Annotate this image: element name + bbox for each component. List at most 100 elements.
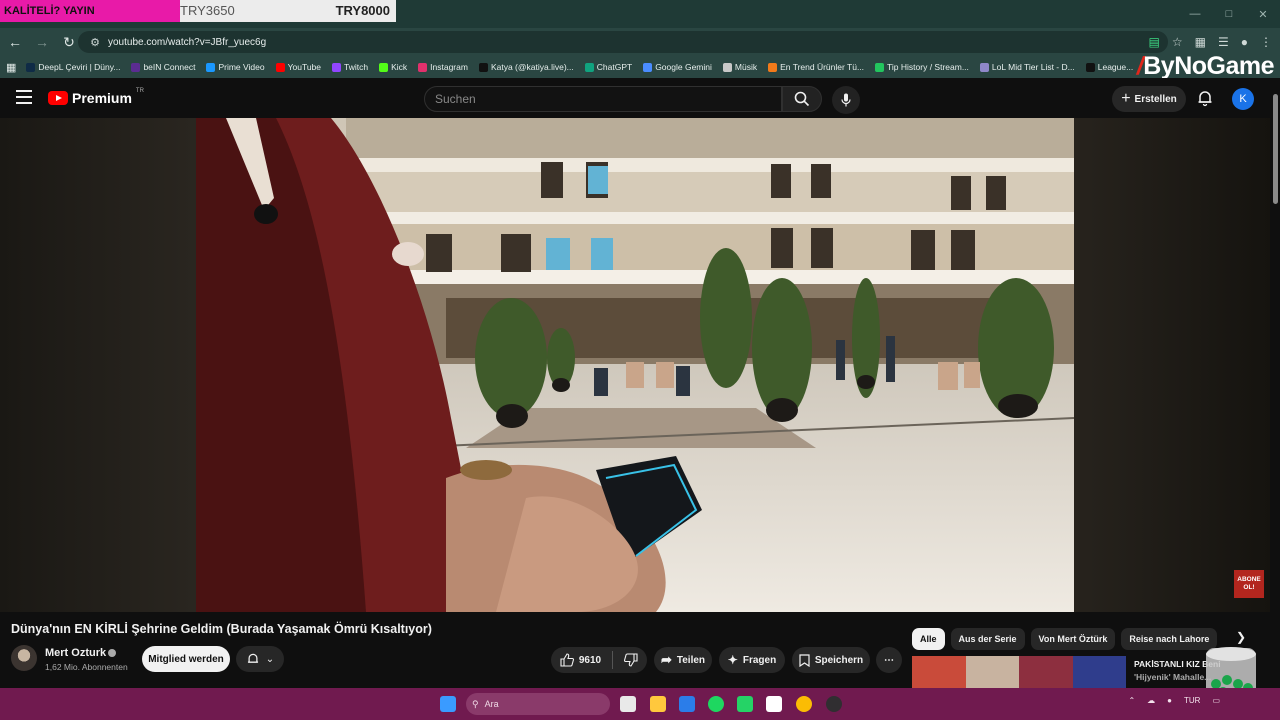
scrollbar-thumb[interactable] xyxy=(1273,94,1278,204)
extensions-icon[interactable]: ▦ xyxy=(1195,35,1206,49)
minimize-button[interactable]: — xyxy=(1178,0,1212,28)
like-dislike-group: 9610 xyxy=(551,647,647,673)
save-label: Speichern xyxy=(814,654,864,666)
address-bar: ← → ↻ ⚙ youtube.com/watch?v=JBfr_yuec6g … xyxy=(0,28,1280,56)
maximize-button[interactable]: □ xyxy=(1212,0,1246,28)
price-low: TRY3650 xyxy=(180,3,235,18)
more-dots-icon: ⋯ xyxy=(884,654,894,666)
media-icon[interactable]: ☰ xyxy=(1218,35,1229,49)
chrome-icon[interactable] xyxy=(796,696,812,712)
store-icon[interactable] xyxy=(679,696,695,712)
language-indicator[interactable]: TUR xyxy=(1184,696,1200,705)
network-icon[interactable]: ☁ xyxy=(1147,696,1155,705)
thumbs-down-icon[interactable] xyxy=(624,653,638,667)
bookmark-item[interactable]: LoL Mid Tier List - D... xyxy=(979,62,1075,72)
obs-icon[interactable] xyxy=(826,696,842,712)
youtube-play-icon xyxy=(48,91,68,105)
plus-icon: + xyxy=(1121,90,1131,107)
more-actions-button[interactable]: ⋯ xyxy=(876,647,902,673)
bookmark-label: LoL Mid Tier List - D... xyxy=(991,62,1075,72)
page-scrollbar[interactable] xyxy=(1270,78,1280,688)
menu-icon[interactable]: ⋮ xyxy=(1260,35,1272,49)
ask-button[interactable]: ✦ Fragen xyxy=(719,647,785,673)
cast-icon[interactable]: ▤ xyxy=(1149,35,1160,49)
spotify-icon[interactable] xyxy=(708,696,724,712)
share-button[interactable]: ➦ Teilen xyxy=(654,647,712,673)
bookmark-favicon-icon xyxy=(275,62,285,72)
windows-taskbar: ⚲ Ara ⌃ ☁ ● TUR ▭ xyxy=(0,688,1280,720)
join-button[interactable]: Mitglied werden xyxy=(142,646,230,672)
bookmark-item[interactable]: beIN Connect xyxy=(131,62,195,72)
bookmark-item[interactable]: YouTube xyxy=(275,62,321,72)
related-chips: Alle Aus der Serie Von Mert Öztürk Reise na… xyxy=(912,628,1218,650)
voice-search-button[interactable] xyxy=(832,86,860,114)
bookmark-item[interactable]: Katya (@katiya.live)... xyxy=(478,62,574,72)
notifications-bell-icon[interactable] xyxy=(1196,89,1214,107)
search-input[interactable]: Suchen xyxy=(424,86,782,112)
user-avatar[interactable]: K xyxy=(1232,88,1254,110)
bookmark-star-icon[interactable]: ☆ xyxy=(1172,35,1183,49)
video-frame[interactable] xyxy=(196,118,1074,612)
share-icon: ➦ xyxy=(660,652,672,667)
menu-hamburger-icon[interactable] xyxy=(16,90,32,104)
bookmark-item[interactable]: Kick xyxy=(379,62,407,72)
bookmark-favicon-icon xyxy=(979,62,989,72)
youtube-premium-logo[interactable]: Premium TR xyxy=(48,88,144,106)
widgets-icon[interactable] xyxy=(620,696,636,712)
abone-ol-badge: ABONE OL! xyxy=(1234,570,1264,598)
like-button[interactable]: 9610 xyxy=(560,653,601,667)
bookmark-favicon-icon xyxy=(875,62,885,72)
search-button[interactable] xyxy=(782,86,822,112)
bookmark-item[interactable]: ChatGPT xyxy=(584,62,632,72)
bookmark-item[interactable]: En Trend Ürünler Tü... xyxy=(768,62,864,72)
tray-chevron-icon[interactable]: ⌃ xyxy=(1128,696,1135,705)
back-button[interactable]: ← xyxy=(3,30,27,54)
bookmark-icon xyxy=(799,653,810,667)
save-button[interactable]: Speichern xyxy=(792,647,870,673)
system-tray: ⌃ ☁ ● TUR ▭ xyxy=(1128,696,1220,705)
bookmark-item[interactable]: Twitch xyxy=(332,62,368,72)
like-divider xyxy=(612,651,614,669)
ambient-right xyxy=(1074,118,1270,612)
display-icon[interactable]: ▭ xyxy=(1212,696,1220,705)
bookmark-label: Kick xyxy=(391,62,408,72)
create-button[interactable]: + Erstellen xyxy=(1112,86,1186,112)
bookmark-item[interactable]: DeepL Çeviri | Düny... xyxy=(26,62,120,72)
channel-name[interactable]: Mert Ozturk xyxy=(45,647,117,659)
bookmark-favicon-icon xyxy=(478,62,488,72)
subscription-notification-button[interactable]: ⌄ xyxy=(236,646,284,672)
whatsapp-icon[interactable] xyxy=(737,696,753,712)
filter-chip[interactable]: Aus der Serie xyxy=(950,628,1025,650)
ambient-left xyxy=(0,118,196,612)
microphone-icon[interactable]: ● xyxy=(1167,696,1172,705)
bookmark-item[interactable]: Müsik xyxy=(722,62,757,72)
bookmark-item[interactable]: Tip History / Stream... xyxy=(875,62,969,72)
forward-button[interactable]: → xyxy=(30,30,54,54)
profile-icon[interactable]: ● xyxy=(1241,35,1248,49)
bookmark-item[interactable]: League... xyxy=(1085,62,1133,72)
file-explorer-icon[interactable] xyxy=(650,696,666,712)
filter-chip[interactable]: Von Mert Öztürk xyxy=(1030,628,1116,650)
channel-avatar[interactable] xyxy=(11,645,37,671)
bookmark-label: beIN Connect xyxy=(143,62,196,72)
omnibox[interactable]: ⚙ youtube.com/watch?v=JBfr_yuec6g xyxy=(78,31,1168,53)
logo-text: Premium xyxy=(72,90,132,106)
video-frame-image xyxy=(196,118,1074,612)
recommended-thumbnail[interactable] xyxy=(912,656,1126,688)
apps-grid-icon[interactable]: ▦ xyxy=(6,61,16,74)
bookmark-label: DeepL Çeviri | Düny... xyxy=(38,62,121,72)
bookmark-favicon-icon xyxy=(722,62,732,72)
bookmarks-bar: ▦ DeepL Çeviri | Düny... beIN Connect Prim… xyxy=(0,56,1280,78)
app-icon[interactable] xyxy=(766,696,782,712)
site-info-icon[interactable]: ⚙ xyxy=(84,36,106,49)
bookmark-item[interactable]: Google Gemini xyxy=(643,62,712,72)
windows-start-icon[interactable] xyxy=(440,696,456,712)
filter-chip[interactable]: Alle xyxy=(912,628,945,650)
url-text[interactable]: youtube.com/watch?v=JBfr_yuec6g xyxy=(108,37,266,48)
video-player[interactable]: ABONE OL! xyxy=(0,118,1270,612)
close-window-button[interactable]: ✕ xyxy=(1246,0,1280,28)
taskbar-search[interactable]: ⚲ Ara xyxy=(466,693,610,715)
bookmark-item[interactable]: Prime Video xyxy=(206,62,265,72)
like-count: 9610 xyxy=(578,654,602,666)
bookmark-item[interactable]: Instagram xyxy=(418,62,468,72)
